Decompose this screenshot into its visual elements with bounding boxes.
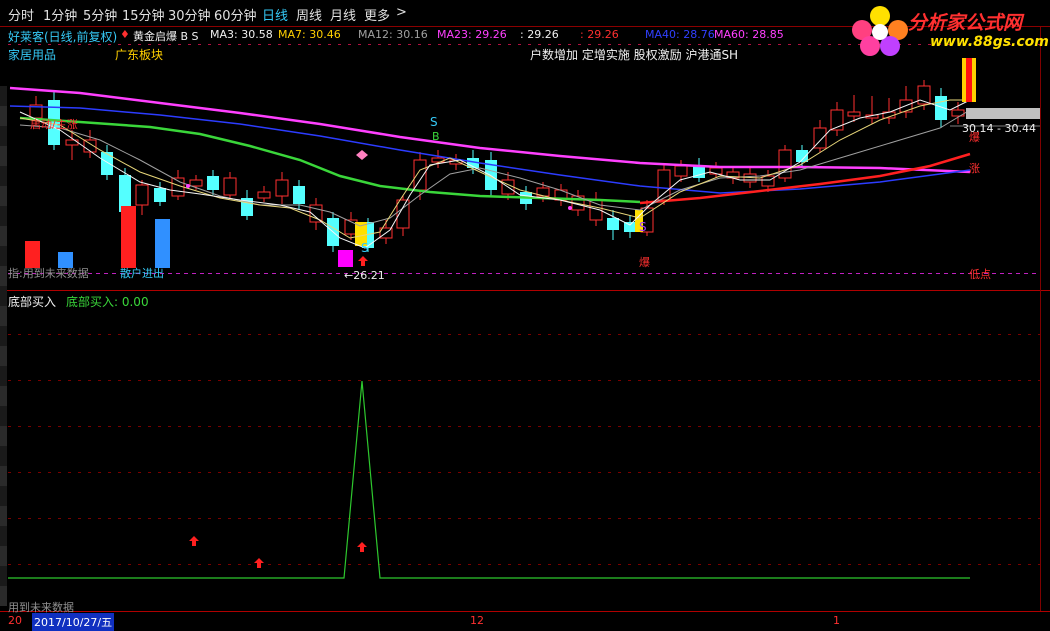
candle-body xyxy=(624,222,636,232)
concept-tags: 户数增加 定增实施 股权激励 沪港通SH xyxy=(530,48,739,62)
ma60-value: MA60: 28.85 xyxy=(714,28,784,41)
bottom-buy-line xyxy=(8,380,970,579)
candle-body xyxy=(207,176,219,190)
signal-s-top: S xyxy=(430,115,438,129)
side-tab-strip[interactable] xyxy=(0,86,7,606)
date-tick-12: 12 xyxy=(470,614,484,627)
date-left-num: 20 xyxy=(8,614,22,627)
bs-indicator-icon: ♦ xyxy=(120,28,130,41)
candle-body xyxy=(154,188,166,202)
stock-title: 好莱客(日线,前复权) xyxy=(8,30,118,44)
signal-s-low: S xyxy=(361,241,369,255)
flower-logo-icon xyxy=(852,6,908,56)
kline-chart xyxy=(0,26,1050,612)
v5-value: : 29.26 xyxy=(520,28,559,41)
ma40-value: MA40: 28.76 xyxy=(645,28,715,41)
start-label: 启动/主涨 xyxy=(30,118,78,131)
ma12-value: MA12: 30.16 xyxy=(358,28,428,41)
zhang-right-label: 涨 xyxy=(969,162,980,175)
industry-tag: 家居用品 xyxy=(8,48,57,62)
signal-b: B xyxy=(432,130,440,143)
date-axis: 20 2017/10/27/五 12 1 xyxy=(0,612,1050,631)
candle-body xyxy=(847,111,861,117)
candle-body xyxy=(223,177,237,196)
bao-right-label: 爆 xyxy=(969,131,980,144)
bao-mid-label: 爆 xyxy=(639,256,650,269)
ma23-value: MA23: 29.26 xyxy=(437,28,507,41)
site-logo: 分析家公式网 www.88gs.com xyxy=(850,0,1050,62)
candle-body xyxy=(607,218,619,230)
buy-arrow-icons xyxy=(189,256,368,568)
sub-panel-value: 底部买入: 0.00 xyxy=(66,295,149,309)
logo-name: 分析家公式网 xyxy=(908,12,1023,34)
candle-body xyxy=(189,179,203,187)
candle-body xyxy=(135,184,149,206)
candle-body xyxy=(257,191,271,199)
sub-panel-title: 底部买入 xyxy=(8,295,57,309)
region-tag: 广东板块 xyxy=(115,48,164,62)
signal-s-right: S xyxy=(639,220,647,234)
indicator-name: 黄金启爆 B S xyxy=(133,30,199,43)
candle-body xyxy=(674,165,688,177)
candle-body xyxy=(101,152,113,175)
v6-value: : 29.26 xyxy=(580,28,619,41)
low-price-label: ←26.21 xyxy=(344,269,385,282)
ma7-value: MA7: 30.46 xyxy=(278,28,341,41)
date-tick-1: 1 xyxy=(833,614,840,627)
ma3-value: MA3: 30.58 xyxy=(210,28,273,41)
candle-body xyxy=(293,186,305,204)
cursor-date: 2017/10/27/五 xyxy=(32,613,115,631)
future-data-note-top: 指:用到未来数据 xyxy=(8,267,89,280)
candle-body xyxy=(275,179,289,197)
retail-inout-label: 散户进出 xyxy=(120,267,164,280)
candle-body xyxy=(761,175,775,187)
logo-url: www.88gs.com xyxy=(930,34,1049,50)
low-point-label: 低点 xyxy=(969,268,991,281)
